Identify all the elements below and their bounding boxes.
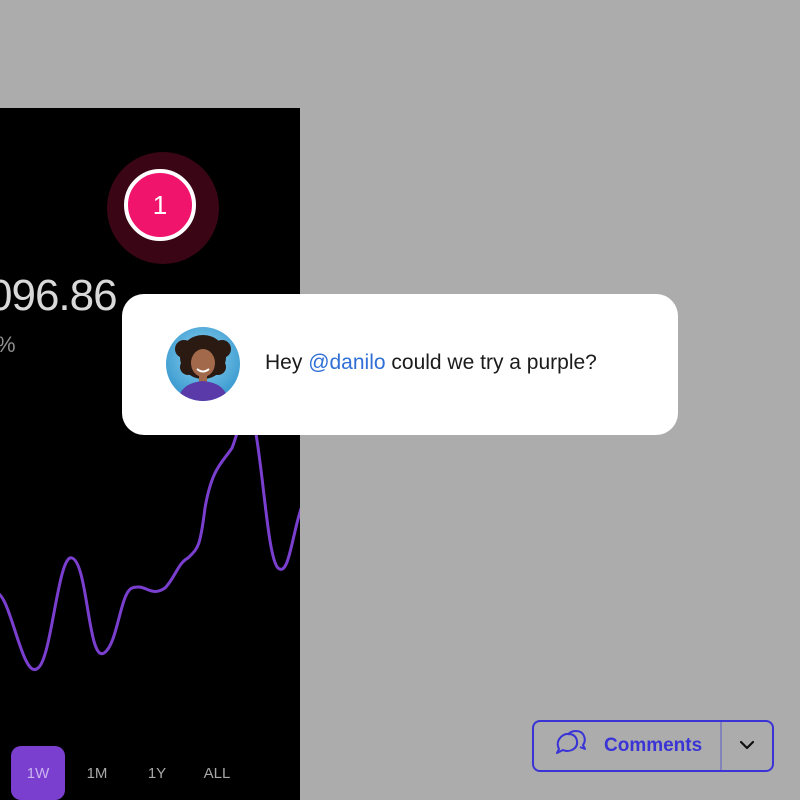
comments-button-label: Comments <box>604 735 703 756</box>
mention-link[interactable]: @danilo <box>308 351 385 374</box>
speech-bubbles-icon <box>554 729 588 763</box>
comment-count-badge[interactable]: 1 <box>124 169 196 241</box>
comments-button[interactable]: Comments <box>534 722 720 770</box>
comment-suffix: could we try a purple? <box>385 351 597 374</box>
comment-prefix: Hey <box>265 351 309 374</box>
range-tab-1y[interactable]: 1Y <box>130 746 184 800</box>
button-divider <box>720 722 722 770</box>
canvas: 096.86 % 1W 1M 1Y ALL 1 <box>0 0 800 800</box>
badge-count: 1 <box>152 189 168 220</box>
range-tab-1w[interactable]: 1W <box>11 746 65 800</box>
range-tab-all[interactable]: ALL <box>190 746 244 800</box>
comments-button-group: Comments <box>532 720 774 772</box>
price-change: % <box>0 332 16 358</box>
comment-card: Hey @danilo could we try a purple? <box>122 294 678 435</box>
comments-dropdown-toggle[interactable] <box>722 722 772 770</box>
chevron-down-icon <box>739 737 755 755</box>
user-avatar-icon <box>166 327 240 401</box>
price-line <box>0 409 300 672</box>
comment-message: Hey @danilo could we try a purple? <box>265 351 597 375</box>
range-tabs: 1W 1M 1Y ALL <box>0 746 300 800</box>
price-value: 096.86 <box>0 271 118 320</box>
range-tab-1m[interactable]: 1M <box>70 746 124 800</box>
